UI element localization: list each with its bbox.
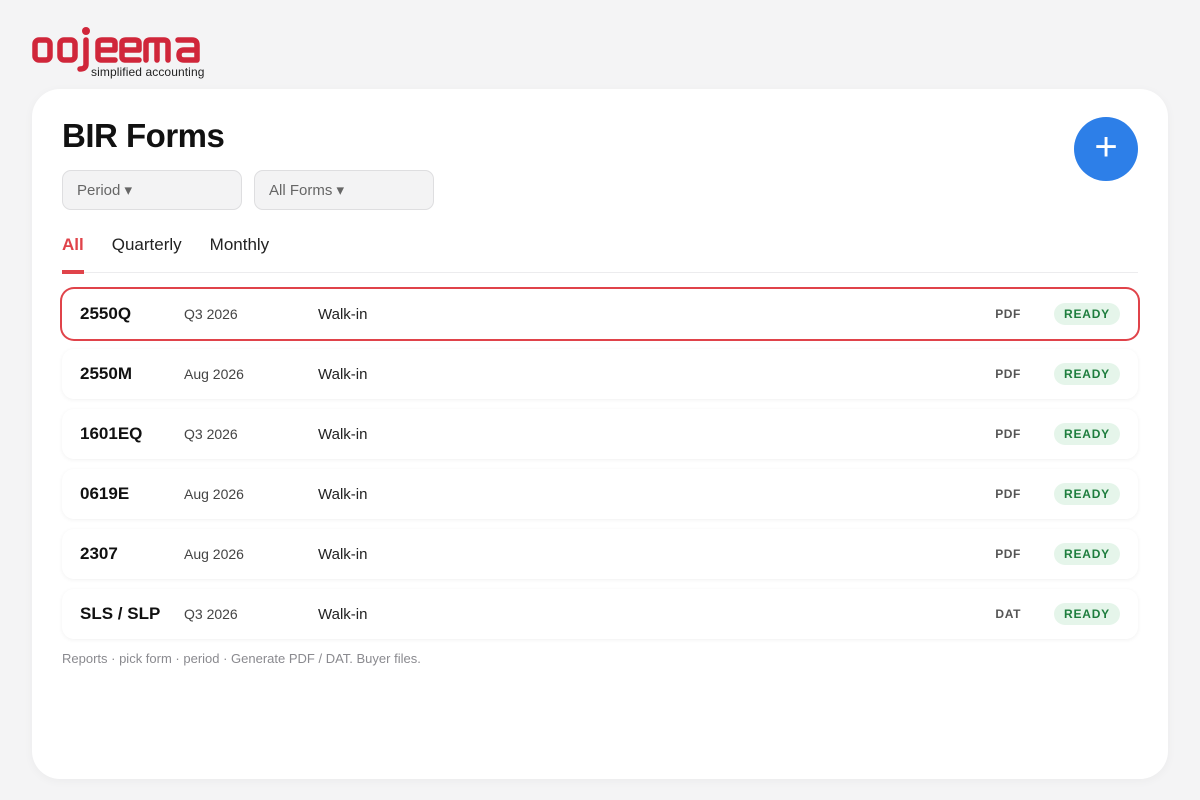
form-row-sls-slp[interactable]: SLS / SLP Q3 2026 Walk-in DAT READY [62, 589, 1138, 639]
form-period: Q3 2026 [184, 606, 238, 622]
form-format: PDF [995, 307, 1021, 321]
form-buyer: Walk-in [318, 545, 368, 563]
brand-tagline: simplified accounting [91, 65, 205, 79]
plus-icon: + [1094, 125, 1118, 169]
add-form-button[interactable]: + [1074, 117, 1138, 181]
tab-all[interactable]: All [62, 225, 84, 274]
form-code: 1601EQ [80, 424, 143, 443]
form-format: PDF [995, 547, 1021, 561]
form-row-2550q[interactable]: 2550Q Q3 2026 Walk-in PDF READY [62, 289, 1138, 339]
status-badge: READY [1053, 303, 1120, 325]
form-format: PDF [995, 367, 1021, 381]
form-period: Aug 2026 [184, 546, 244, 562]
form-format: DAT [995, 607, 1021, 621]
form-buyer: Walk-in [318, 605, 368, 623]
status-badge: READY [1053, 603, 1120, 625]
form-code: 0619E [80, 484, 130, 503]
form-tabs: All Quarterly Monthly [62, 225, 1138, 274]
status-badge: READY [1053, 423, 1120, 445]
form-buyer: Walk-in [318, 365, 368, 383]
tab-quarterly[interactable]: Quarterly [112, 225, 182, 273]
form-code: 2550Q [80, 304, 132, 323]
page-title: BIR Forms [62, 117, 225, 154]
form-period: Aug 2026 [184, 486, 244, 502]
form-row-1601eq[interactable]: 1601EQ Q3 2026 Walk-in PDF READY [62, 409, 1138, 459]
form-row-2307[interactable]: 2307 Aug 2026 Walk-in PDF READY [62, 529, 1138, 579]
forms-select[interactable]: All Forms ▾ [254, 170, 434, 210]
status-badge: READY [1053, 363, 1120, 385]
form-code: 2550M [80, 364, 132, 383]
form-period: Q3 2026 [184, 306, 238, 322]
form-format: PDF [995, 487, 1021, 501]
form-format: PDF [995, 427, 1021, 441]
form-row-2550m[interactable]: 2550M Aug 2026 Walk-in PDF READY [62, 349, 1138, 399]
form-buyer: Walk-in [318, 425, 368, 443]
form-code: SLS / SLP [80, 604, 161, 623]
filter-bar: Period ▾ All Forms ▾ [62, 170, 434, 210]
form-period: Aug 2026 [184, 366, 244, 382]
form-buyer: Walk-in [318, 485, 368, 503]
form-period: Q3 2026 [184, 426, 238, 442]
form-row-0619e[interactable]: 0619E Aug 2026 Walk-in PDF READY [62, 469, 1138, 519]
status-badge: READY [1053, 543, 1120, 565]
tab-monthly[interactable]: Monthly [210, 225, 270, 273]
form-code: 2307 [80, 544, 118, 563]
period-select[interactable]: Period ▾ [62, 170, 242, 210]
forms-list: 2550Q Q3 2026 Walk-in PDF READY 2550M Au… [62, 289, 1138, 649]
brand-logo: simplified accounting [32, 26, 212, 82]
status-badge: READY [1053, 483, 1120, 505]
bir-forms-card: BIR Forms + Period ▾ All Forms ▾ All Qua… [32, 89, 1168, 779]
form-buyer: Walk-in [318, 305, 368, 323]
footnote: Reports · pick form · period · Generate … [62, 651, 421, 666]
